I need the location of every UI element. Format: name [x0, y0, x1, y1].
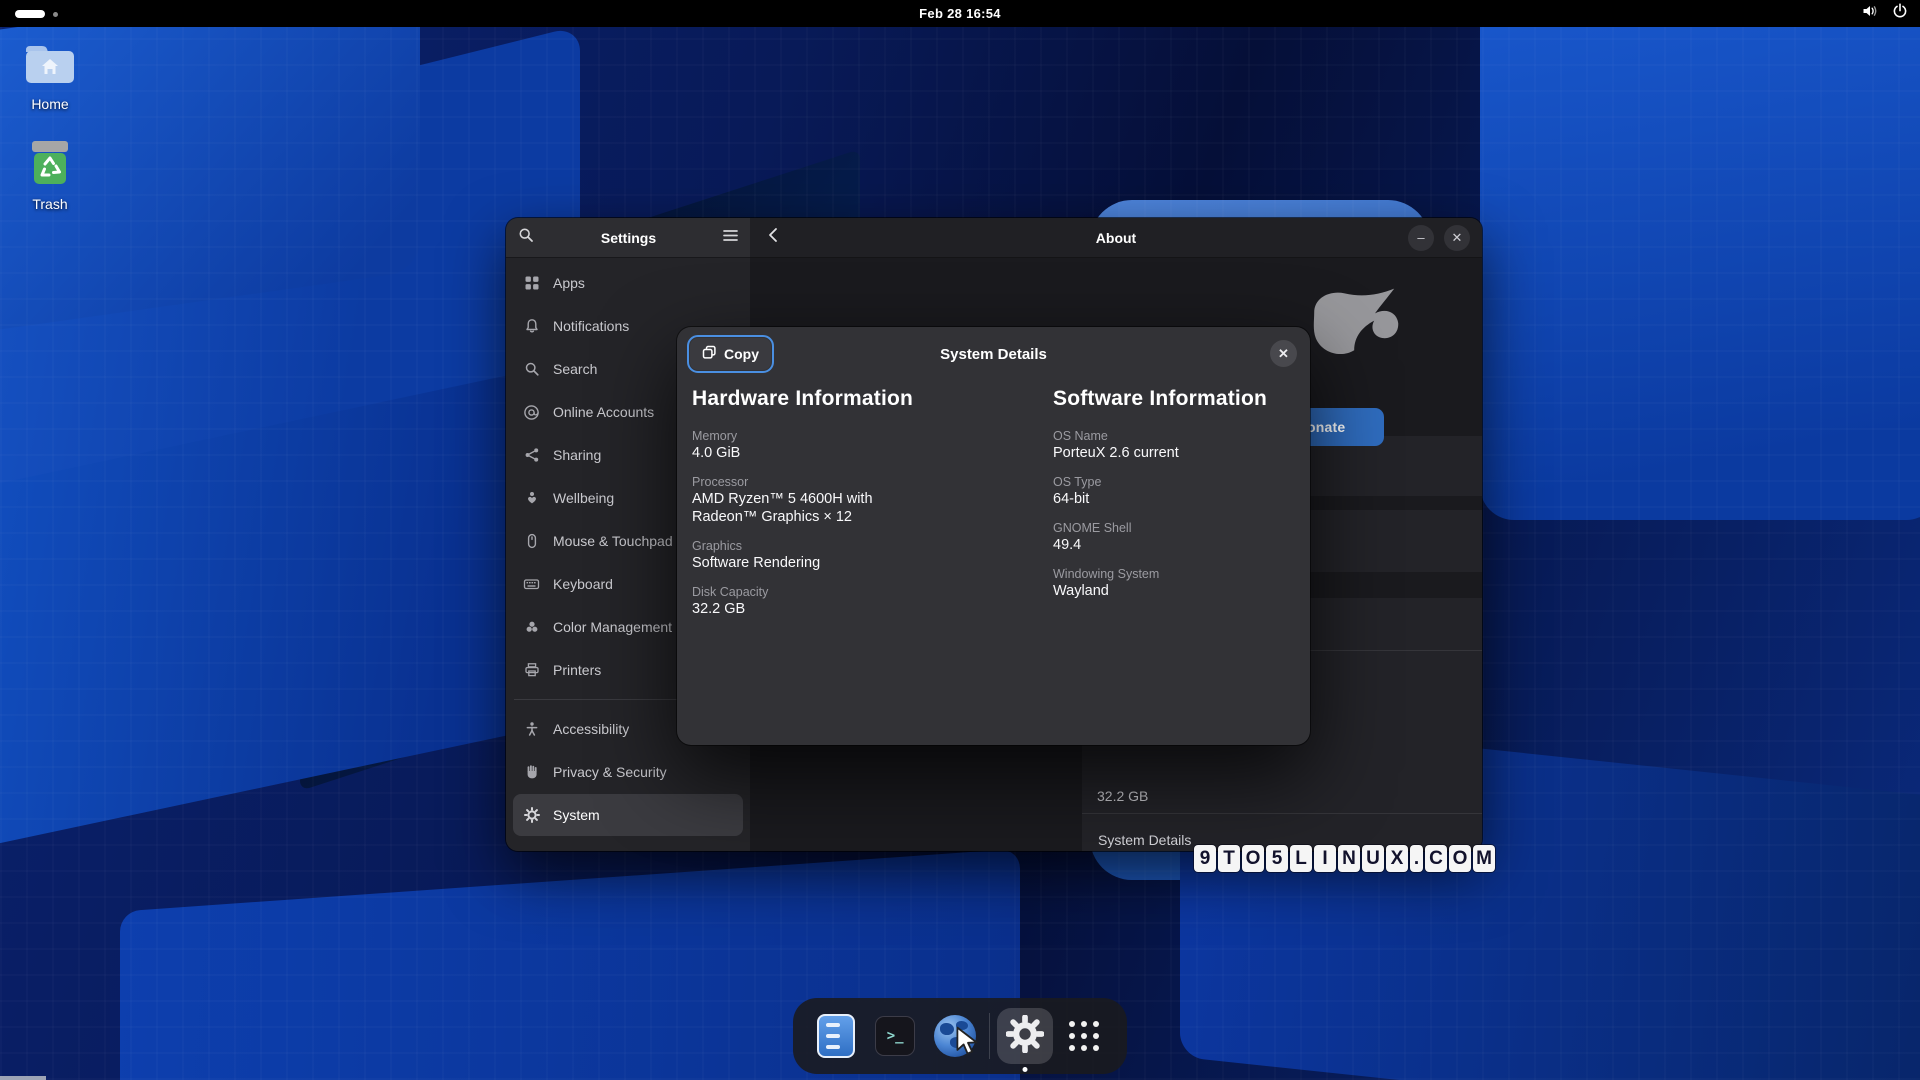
top-bar: Feb 28 16:54: [0, 0, 1920, 27]
dock-divider: [989, 1013, 990, 1059]
dock-item-settings[interactable]: [1000, 1008, 1050, 1064]
watermark: 9 T O 5 L I N U X . C O M: [1194, 845, 1495, 872]
mouse-icon: [523, 533, 540, 550]
dialog-close-icon[interactable]: ✕: [1270, 340, 1297, 367]
search-icon: [523, 361, 540, 378]
dock-item-files[interactable]: [811, 1008, 861, 1064]
hand-icon: [523, 764, 540, 781]
hardware-section: Hardware Information Memory4.0 GiB Proce…: [692, 387, 1053, 630]
desktop-icon-label: Home: [31, 96, 68, 112]
power-icon[interactable]: [1892, 3, 1908, 24]
trash-icon: [25, 140, 75, 191]
printer-icon: [523, 662, 540, 679]
section-heading: Hardware Information: [692, 387, 1053, 411]
software-section: Software Information OS NamePorteuX 2.6 …: [1053, 387, 1295, 630]
search-icon[interactable]: [518, 227, 534, 248]
distro-logo: [1303, 286, 1415, 373]
home-folder-icon: [23, 42, 77, 91]
copy-button[interactable]: Copy: [690, 338, 771, 370]
back-icon[interactable]: [768, 227, 778, 248]
wellbeing-icon: [523, 490, 540, 507]
minimize-button[interactable]: –: [1408, 225, 1434, 251]
page-title: About: [750, 230, 1482, 246]
sidebar-item-system[interactable]: System: [513, 794, 743, 836]
mouse-cursor: [955, 1026, 983, 1063]
share-icon: [523, 447, 540, 464]
running-indicator-dot: [1022, 1067, 1027, 1072]
clock[interactable]: Feb 28 16:54: [0, 6, 1920, 21]
sidebar-item-privacy-security[interactable]: Privacy & Security: [513, 751, 743, 793]
color-icon: [523, 619, 540, 636]
system-details-dialog: System Details Copy ✕ Hardware Informati…: [677, 327, 1310, 745]
dialog-title: System Details: [677, 346, 1310, 363]
at-icon: [523, 404, 540, 421]
window-title: Settings: [544, 230, 713, 246]
app-grid-icon: [1069, 1021, 1099, 1051]
copy-icon: [702, 345, 717, 363]
terminal-icon: >_: [875, 1016, 915, 1056]
wallpaper-edge-strip: [0, 1076, 46, 1080]
disk-capacity-value: 32.2 GB: [1097, 788, 1148, 804]
files-icon: [817, 1014, 855, 1058]
dock-item-terminal[interactable]: >_: [870, 1008, 920, 1064]
section-heading: Software Information: [1053, 387, 1295, 411]
desktop: Feb 28 16:54 Home Trash Settings: [0, 0, 1920, 1080]
dialog-header: System Details Copy ✕: [677, 327, 1310, 381]
bell-icon: [523, 318, 540, 335]
main-menu-icon[interactable]: [723, 229, 738, 247]
desktop-icon-home[interactable]: Home: [5, 42, 95, 112]
sidebar-item-apps[interactable]: Apps: [513, 262, 743, 304]
about-headerbar: About – ✕: [750, 218, 1482, 258]
settings-gear-icon: [1006, 1015, 1044, 1058]
keyboard-icon: [523, 576, 540, 593]
desktop-icon-label: Trash: [32, 196, 67, 212]
sidebar-headerbar: Settings: [506, 218, 750, 258]
accessibility-icon: [523, 721, 540, 738]
dock-item-app-grid[interactable]: [1059, 1008, 1109, 1064]
apps-grid-icon: [523, 275, 540, 292]
volume-icon[interactable]: [1862, 3, 1879, 24]
gear-icon: [523, 807, 540, 824]
close-button[interactable]: ✕: [1444, 225, 1470, 251]
desktop-icon-trash[interactable]: Trash: [5, 140, 95, 212]
